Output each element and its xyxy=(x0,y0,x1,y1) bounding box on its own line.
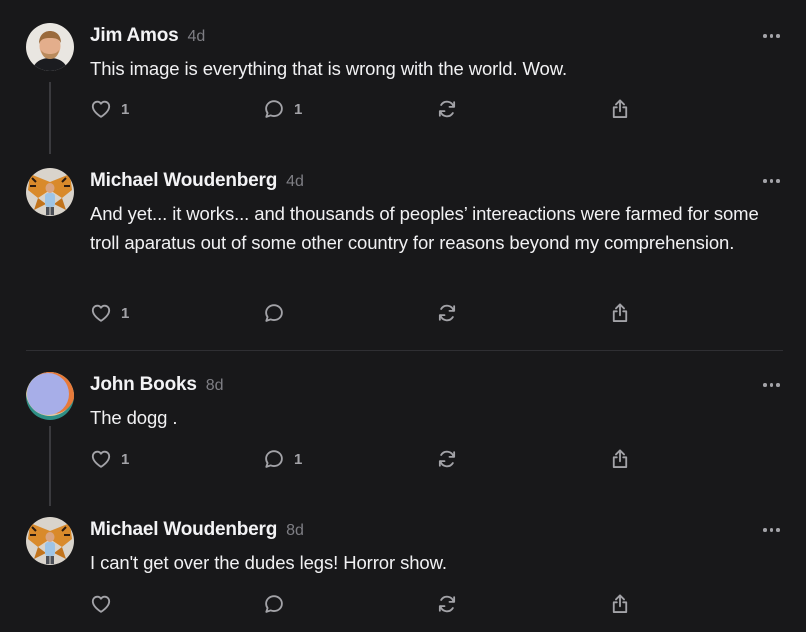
avatar[interactable] xyxy=(26,23,74,71)
reply-count: 1 xyxy=(294,100,303,118)
author-name[interactable]: John Books xyxy=(90,374,197,396)
author-name[interactable]: Michael Woudenberg xyxy=(90,170,277,192)
post-time[interactable]: 8d xyxy=(206,377,224,395)
comment-bubble-icon xyxy=(263,302,285,324)
heart-icon xyxy=(90,302,112,324)
heart-icon xyxy=(90,98,112,120)
comment-text: This image is everything that is wrong w… xyxy=(90,58,568,79)
comment-post: Michael Woudenberg 4d And yet... it work… xyxy=(0,150,806,350)
more-options-icon[interactable] xyxy=(763,176,781,186)
restack-icon xyxy=(436,98,458,120)
post-time[interactable]: 8d xyxy=(286,522,304,540)
reply-button[interactable]: 1 xyxy=(263,97,302,121)
comment-post: Michael Woudenberg 8d I can't get over t… xyxy=(0,496,806,632)
restack-icon xyxy=(436,302,458,324)
share-button[interactable] xyxy=(609,97,631,121)
reply-button[interactable]: 1 xyxy=(263,447,302,471)
more-options-icon[interactable] xyxy=(763,525,781,535)
like-button[interactable] xyxy=(90,592,121,616)
post-header: John Books 8d xyxy=(90,374,224,400)
share-icon xyxy=(609,302,631,324)
comment-bubble-icon xyxy=(263,593,285,615)
reply-button[interactable] xyxy=(263,592,294,616)
avatar[interactable] xyxy=(26,517,74,565)
like-count: 1 xyxy=(121,100,130,118)
share-button[interactable] xyxy=(609,301,631,325)
author-name[interactable]: Jim Amos xyxy=(90,25,179,47)
gradient-circle-avatar-icon xyxy=(26,372,74,420)
post-header: Jim Amos 4d xyxy=(90,25,205,51)
restack-icon xyxy=(436,593,458,615)
comment-text: The dogg . xyxy=(90,407,178,428)
comment-post: Jim Amos 4d This image is everything tha… xyxy=(0,0,806,150)
avatar[interactable] xyxy=(26,372,74,420)
more-options-icon[interactable] xyxy=(763,31,781,41)
post-header: Michael Woudenberg 4d xyxy=(90,170,304,196)
post-header: Michael Woudenberg 8d xyxy=(90,519,304,545)
share-icon xyxy=(609,98,631,120)
more-options-icon[interactable] xyxy=(763,380,781,390)
comment-text: I can't get over the dudes legs! Horror … xyxy=(90,552,447,573)
restack-button[interactable] xyxy=(436,447,458,471)
like-count: 1 xyxy=(121,304,130,322)
share-icon xyxy=(609,448,631,470)
heart-icon xyxy=(90,593,112,615)
comment-text: And yet... it works... and thousands of … xyxy=(90,203,759,253)
share-button[interactable] xyxy=(609,592,631,616)
share-button[interactable] xyxy=(609,447,631,471)
like-button[interactable]: 1 xyxy=(90,97,129,121)
butterfly-wings-avatar-icon xyxy=(26,517,74,565)
comment-bubble-icon xyxy=(263,98,285,120)
post-time[interactable]: 4d xyxy=(188,28,206,46)
restack-button[interactable] xyxy=(436,592,458,616)
avatar[interactable] xyxy=(26,168,74,216)
restack-button[interactable] xyxy=(436,301,458,325)
comment-post: John Books 8d The dogg . 1 1 xyxy=(0,351,806,496)
reply-button[interactable] xyxy=(263,301,294,325)
restack-icon xyxy=(436,448,458,470)
author-name[interactable]: Michael Woudenberg xyxy=(90,519,277,541)
butterfly-wings-avatar-icon xyxy=(26,168,74,216)
man-portrait-avatar-icon xyxy=(26,23,74,71)
heart-icon xyxy=(90,448,112,470)
restack-button[interactable] xyxy=(436,97,458,121)
like-button[interactable]: 1 xyxy=(90,447,129,471)
reply-count: 1 xyxy=(294,450,303,468)
like-count: 1 xyxy=(121,450,130,468)
post-time[interactable]: 4d xyxy=(286,173,304,191)
comment-bubble-icon xyxy=(263,448,285,470)
share-icon xyxy=(609,593,631,615)
like-button[interactable]: 1 xyxy=(90,301,129,325)
